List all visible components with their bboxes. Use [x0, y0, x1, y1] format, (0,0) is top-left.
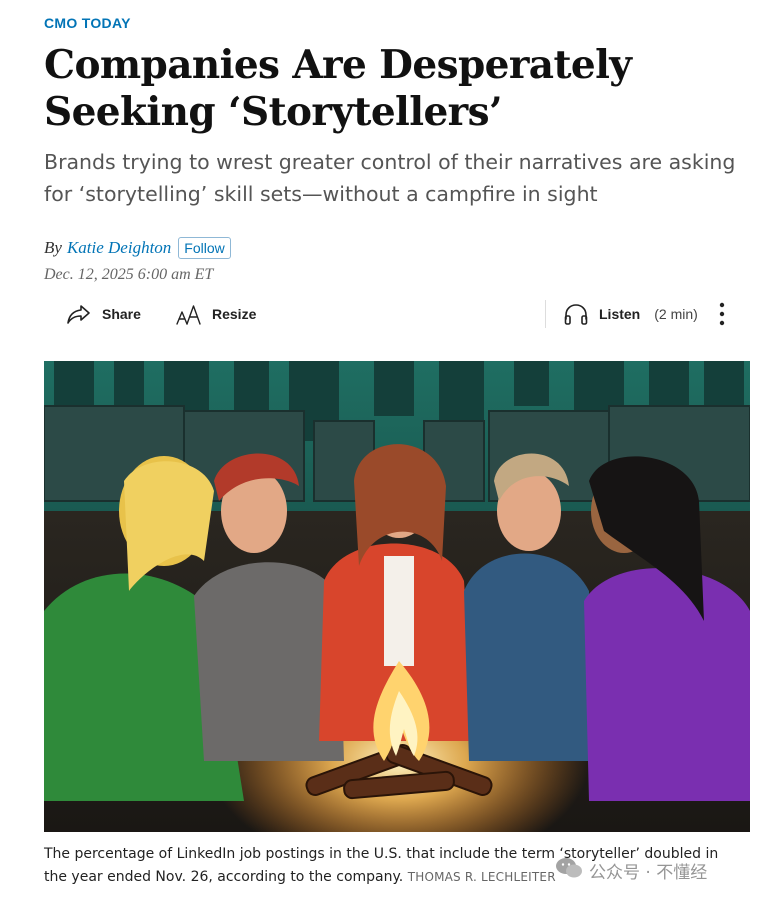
publish-date: Dec. 12, 2025 6:00 am ET	[44, 266, 214, 283]
article-toolbar: Share Resize Listen (2 min)	[0, 296, 769, 332]
text-size-icon	[176, 302, 202, 326]
campfire-illustration	[44, 361, 750, 832]
share-label: Share	[102, 306, 141, 322]
headphones-icon	[563, 302, 589, 326]
more-vertical-icon	[719, 301, 725, 327]
hero-illustration	[44, 361, 750, 832]
author-link[interactable]: Katie Deighton	[67, 238, 171, 258]
article-headline: Companies Are Desperately Seeking ‘Story…	[44, 42, 632, 135]
share-arrow-icon	[66, 302, 92, 326]
byline-prefix: By	[44, 238, 62, 257]
watermark-text: 公众号 · 不懂经	[589, 863, 708, 883]
section-label[interactable]: CMO TODAY	[44, 15, 131, 31]
byline: By Katie Deighton Follow	[44, 237, 231, 259]
listen-duration: (2 min)	[654, 306, 698, 322]
article-dek: Brands trying to wrest greater control o…	[44, 150, 736, 206]
follow-button[interactable]: Follow	[178, 237, 231, 259]
photo-credit: THOMAS R. LECHLEITER	[407, 870, 556, 884]
wechat-watermark: 公众号 · 不懂经	[555, 856, 707, 885]
wechat-icon	[555, 856, 583, 885]
more-options-button[interactable]	[712, 296, 732, 332]
resize-button[interactable]: Resize	[176, 296, 256, 332]
share-button[interactable]: Share	[66, 296, 141, 332]
resize-label: Resize	[212, 306, 257, 322]
listen-button[interactable]: Listen (2 min)	[563, 296, 698, 332]
toolbar-divider	[545, 300, 546, 328]
listen-label: Listen	[599, 306, 641, 322]
